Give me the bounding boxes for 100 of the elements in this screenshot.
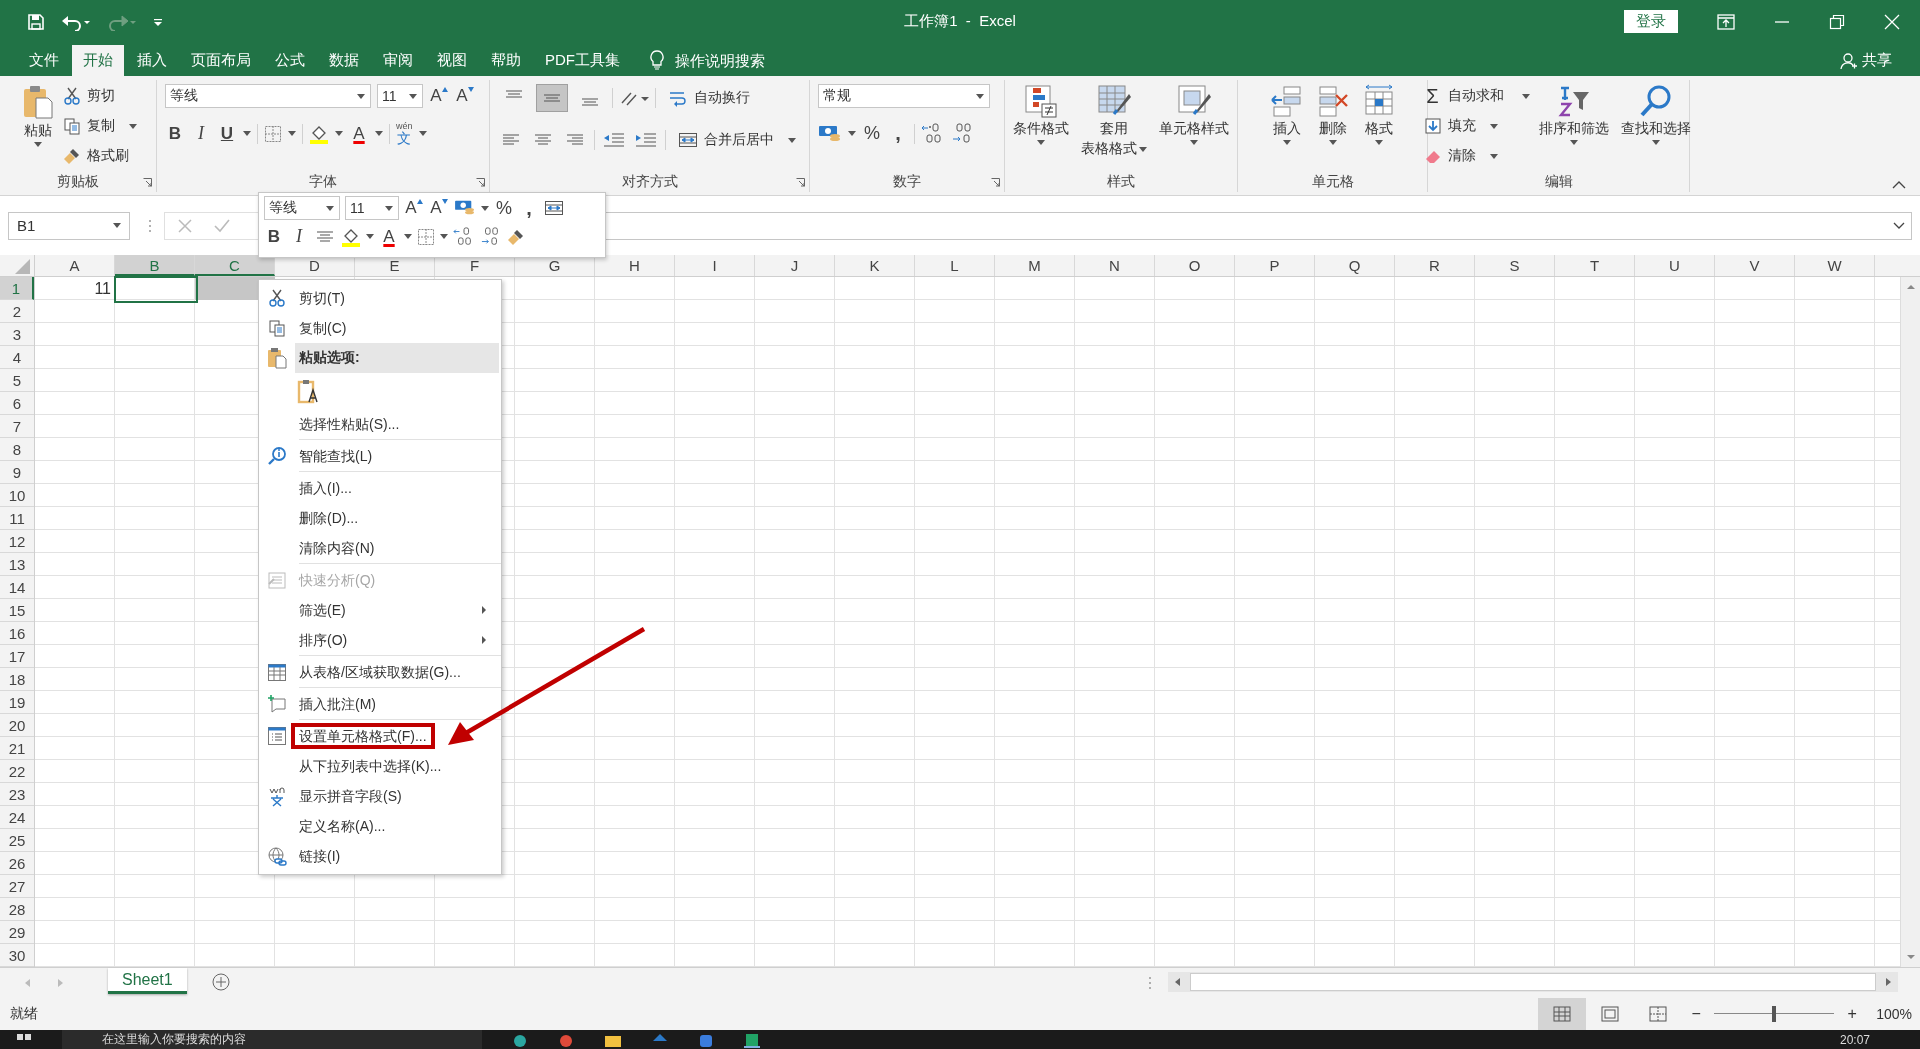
menu-item[interactable]: 删除(D)... (295, 505, 499, 531)
bold-button[interactable]: B (165, 123, 185, 144)
format-painter-button[interactable]: 格式刷 (63, 142, 137, 170)
row-header[interactable]: 10 (0, 484, 34, 507)
ribbon-tab[interactable]: 数据 (318, 45, 370, 76)
collapse-ribbon-icon[interactable] (1892, 181, 1906, 189)
currency-icon[interactable] (454, 199, 476, 217)
zoom-in-button[interactable]: + (1842, 1005, 1863, 1023)
font-family-dropdown[interactable]: 等线 (165, 84, 371, 108)
spreadsheet-app-icon[interactable] (744, 1031, 760, 1048)
sort-filter-button[interactable]: 排序和筛选 (1535, 82, 1612, 147)
menu-item[interactable]: 复制(C) (295, 315, 499, 341)
column-header[interactable]: B (115, 255, 195, 276)
name-box[interactable]: B1 (8, 211, 130, 240)
italic-button[interactable]: I (289, 226, 309, 247)
add-sheet-icon[interactable] (210, 972, 231, 992)
row-header[interactable]: 5 (0, 369, 34, 392)
column-header[interactable]: U (1635, 255, 1715, 276)
ribbon-tab[interactable]: 文件 (18, 45, 70, 76)
row-header[interactable]: 23 (0, 783, 34, 806)
fill-button[interactable]: 填充 (1423, 112, 1530, 140)
merge-cells-icon[interactable] (544, 199, 564, 217)
share-button[interactable]: 共享 (1862, 51, 1892, 70)
ribbon-tab[interactable]: 帮助 (480, 45, 532, 76)
menu-item[interactable]: 插入(I)... (295, 475, 499, 501)
menu-item[interactable]: 筛选(E) (295, 597, 499, 623)
increase-indent-icon[interactable] (633, 131, 659, 149)
paste-option-icon[interactable] (297, 378, 319, 404)
column-header[interactable]: C (195, 255, 275, 276)
ribbon-tab[interactable]: 视图 (426, 45, 478, 76)
row-header[interactable]: 25 (0, 829, 34, 852)
font-color-button[interactable]: A (349, 123, 369, 144)
column-header[interactable]: K (835, 255, 915, 276)
column-header[interactable]: N (1075, 255, 1155, 276)
wrap-text-button[interactable]: 自动换行 (668, 84, 750, 112)
bold-button[interactable]: B (264, 226, 284, 247)
caret-icon[interactable] (404, 234, 412, 239)
column-header[interactable]: V (1715, 255, 1795, 276)
customize-caret-icon[interactable] (153, 16, 163, 27)
zoom-level[interactable]: 100% (1876, 1006, 1912, 1022)
menu-item[interactable]: 从表格/区域获取数据(G)... (295, 659, 499, 685)
caret-icon[interactable] (366, 234, 374, 239)
dialog-launcher-icon[interactable] (991, 178, 1000, 187)
grow-font-button[interactable]: A (429, 86, 449, 106)
menu-item[interactable]: 插入批注(M) (295, 691, 499, 717)
dialog-launcher-icon[interactable] (143, 178, 152, 187)
expand-icon[interactable] (1893, 221, 1905, 230)
row-header[interactable]: 17 (0, 645, 34, 668)
caret-icon[interactable] (440, 234, 448, 239)
styles-button[interactable]: 套用 表格格式 (1078, 82, 1150, 160)
caret-icon[interactable] (288, 131, 296, 136)
underline-button[interactable]: U (217, 123, 237, 144)
scroll-left-icon[interactable] (1174, 977, 1182, 987)
row-header[interactable]: 11 (0, 507, 34, 530)
cells-button[interactable]: 删除 (1312, 82, 1353, 147)
scroll-up-icon[interactable] (1905, 283, 1916, 291)
row-header[interactable]: 7 (0, 415, 34, 438)
clear-button[interactable]: 清除 (1423, 142, 1530, 170)
percent-button[interactable]: % (494, 197, 514, 219)
horizontal-scrollbar[interactable] (1168, 972, 1898, 992)
taskbar-app-icon[interactable] (558, 1032, 574, 1047)
ribbon-tab[interactable]: 公式 (264, 45, 316, 76)
close-icon[interactable] (1884, 13, 1900, 30)
ribbon-display-icon[interactable] (1717, 13, 1735, 30)
column-header[interactable]: P (1235, 255, 1315, 276)
caret-icon[interactable] (335, 131, 343, 136)
caret-icon[interactable] (375, 131, 383, 136)
menu-item[interactable]: 从下拉列表中选择(K)... (295, 753, 499, 779)
dialog-launcher-icon[interactable] (796, 178, 805, 187)
font-color-button[interactable]: A (379, 226, 399, 247)
cells-button[interactable]: 格式 (1358, 82, 1399, 147)
menu-item[interactable]: 选择性粘贴(S)... (295, 411, 499, 437)
save-icon[interactable] (27, 12, 45, 31)
comma-style-button[interactable]: , (519, 196, 539, 220)
dialog-launcher-icon[interactable] (476, 178, 485, 187)
menu-item[interactable]: 清除内容(N) (295, 535, 499, 561)
row-header[interactable]: 6 (0, 392, 34, 415)
column-header[interactable]: R (1395, 255, 1475, 276)
caret-icon[interactable] (848, 131, 856, 136)
zoom-slider-thumb[interactable] (1772, 1006, 1777, 1022)
menu-item[interactable]: 排序(O) (295, 627, 499, 653)
find-select-button[interactable]: 查找和选择 (1617, 82, 1694, 147)
scroll-right-icon[interactable] (1884, 977, 1892, 987)
menu-item[interactable]: 剪切(T) (295, 285, 499, 311)
paste-button[interactable]: 粘贴 (19, 82, 57, 149)
menu-item[interactable]: 设置单元格格式(F)... (291, 723, 435, 749)
row-header[interactable]: 27 (0, 875, 34, 898)
caret-icon[interactable] (243, 131, 251, 136)
ribbon-tab[interactable]: 插入 (126, 45, 178, 76)
row-header[interactable]: 19 (0, 691, 34, 714)
phonetic-button[interactable]: wén 文 (396, 122, 413, 145)
font-size-dropdown[interactable]: 11 (345, 196, 399, 220)
menu-item[interactable]: 显示拼音字段(S) (295, 783, 499, 809)
caret-icon[interactable] (418, 131, 427, 136)
row-header[interactable]: 22 (0, 760, 34, 783)
row-header[interactable]: 16 (0, 622, 34, 645)
row-header[interactable]: 20 (0, 714, 34, 737)
styles-button[interactable]: 单元格样式 (1156, 82, 1232, 147)
menu-item[interactable]: 定义名称(A)... (295, 813, 499, 839)
shrink-font-button[interactable]: A (429, 198, 449, 218)
